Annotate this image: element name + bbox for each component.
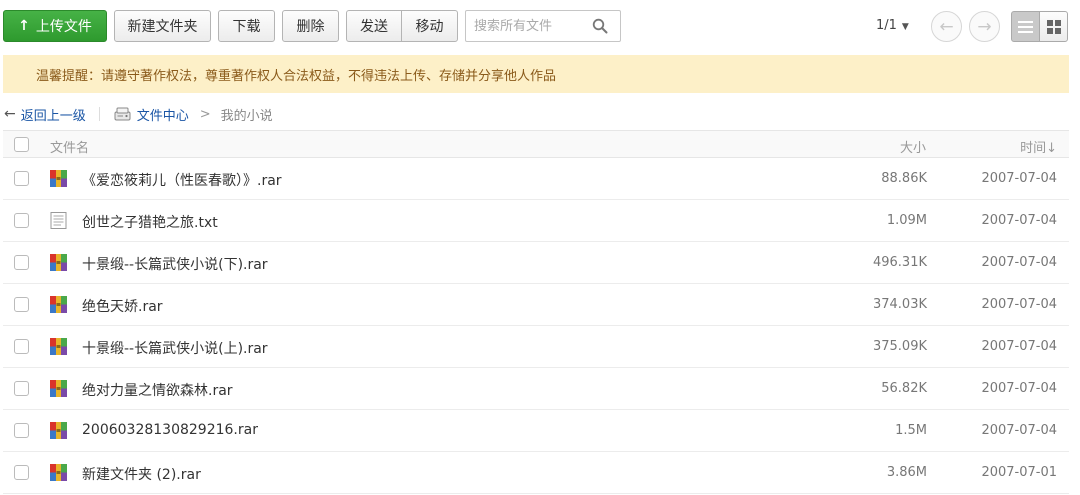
upload-button-label: 上传文件 [35,19,92,35]
table-header: 文件名 大小 时间↓ [3,130,1069,158]
next-page-button[interactable]: → [969,11,1000,42]
upload-button[interactable]: ↑ 上传文件 [3,10,107,42]
row-checkbox[interactable] [14,465,29,480]
table-row[interactable]: 创世之子猎艳之旅.txt 1.09M 2007-07-04 [3,200,1069,242]
page-indicator: 1/1 [876,18,897,33]
divider [98,107,100,121]
list-icon [1018,20,1033,23]
file-name[interactable]: 绝对力量之情欲森林.rar [82,380,233,400]
hard-drive-icon [114,107,131,121]
table-row[interactable]: 十景缎--长篇武侠小说(上).rar 375.09K 2007-07-04 [3,326,1069,368]
move-button[interactable]: 移动 [401,10,458,42]
row-checkbox[interactable] [14,255,29,270]
file-time: 2007-07-04 [981,255,1057,270]
grid-icon-cell [1055,28,1061,34]
list-icon-line [1018,25,1033,28]
rar-icon [50,170,67,187]
grid-icon [1047,20,1053,26]
column-header-time[interactable]: 时间↓ [1020,137,1057,156]
row-checkbox[interactable] [14,423,29,438]
search-icon[interactable] [592,18,608,34]
download-button[interactable]: 下载 [218,10,275,42]
file-size: 88.86K [881,171,927,186]
breadcrumb-root[interactable]: 文件中心 [137,105,189,124]
view-toggle [1011,11,1068,42]
table-row[interactable]: 新建文件夹 (2).rar 3.86M 2007-07-01 [3,452,1069,494]
file-size: 375.09K [872,339,927,354]
prev-page-button[interactable]: ← [931,11,962,42]
file-table: 文件名 大小 时间↓ 《爱恋筱莉儿（性医春歌）》.rar 88.86K 2007-0… [3,130,1069,494]
select-all-checkbox[interactable] [14,137,29,152]
file-time: 2007-07-01 [981,465,1057,480]
row-checkbox[interactable] [14,297,29,312]
page-selector[interactable]: 1/1 ▼ [876,18,909,33]
caret-down-icon: ▼ [901,22,909,32]
rar-icon [50,464,67,481]
row-checkbox[interactable] [14,171,29,186]
list-view-button[interactable] [1011,11,1040,42]
grid-view-button[interactable] [1039,11,1068,42]
search-box [465,10,621,42]
file-name[interactable]: 20060328130829216.rar [82,422,258,438]
notice-text: 温馨提醒：请遵守著作权法，尊重著作权人合法权益，不得违法上传、存储并分享他人作品 [36,68,557,84]
arrow-right-icon: → [977,16,992,37]
row-checkbox[interactable] [14,381,29,396]
toolbar: ↑ 上传文件 新建文件夹 下载 删除 发送 移动 1/1 ▼ ← → [0,0,1080,52]
file-time: 2007-07-04 [981,297,1057,312]
delete-button[interactable]: 删除 [282,10,339,42]
file-time: 2007-07-04 [981,213,1057,228]
table-row[interactable]: 十景缎--长篇武侠小说(下).rar 496.31K 2007-07-04 [3,242,1069,284]
table-row[interactable]: 20060328130829216.rar 1.5M 2007-07-04 [3,410,1069,452]
arrow-left-icon: ← [939,16,954,37]
list-icon-line [1018,30,1033,33]
file-time: 2007-07-04 [981,339,1057,354]
rar-icon [50,254,67,271]
file-size: 1.5M [895,423,927,438]
file-size: 3.86M [886,465,927,480]
file-name[interactable]: 十景缎--长篇武侠小说(下).rar [82,254,268,274]
column-header-name[interactable]: 文件名 [50,137,89,156]
file-time: 2007-07-04 [981,423,1057,438]
table-row[interactable]: 绝色天娇.rar 374.03K 2007-07-04 [3,284,1069,326]
back-arrow-icon[interactable]: ← [4,106,16,122]
file-name[interactable]: 绝色天娇.rar [82,296,163,316]
copyright-notice: 温馨提醒：请遵守著作权法，尊重著作权人合法权益，不得违法上传、存储并分享他人作品 [3,55,1069,93]
file-size: 496.31K [872,255,927,270]
row-checkbox[interactable] [14,213,29,228]
rar-icon [50,338,67,355]
column-header-size[interactable]: 大小 [900,137,926,156]
search-input[interactable] [474,17,592,35]
table-row[interactable]: 《爱恋筱莉儿（性医春歌）》.rar 88.86K 2007-07-04 [3,158,1069,200]
txt-icon [50,212,67,229]
table-row[interactable]: 绝对力量之情欲森林.rar 56.82K 2007-07-04 [3,368,1069,410]
rar-icon [50,296,67,313]
file-size: 1.09M [886,213,927,228]
grid-icon-cell [1047,28,1053,34]
file-time: 2007-07-04 [981,381,1057,396]
breadcrumb-current: 我的小说 [220,108,273,124]
rar-icon [50,422,67,439]
upload-arrow-icon: ↑ [18,18,30,34]
file-name[interactable]: 《爱恋筱莉儿（性医春歌）》.rar [82,170,282,190]
new-folder-button[interactable]: 新建文件夹 [114,10,211,42]
file-size: 374.03K [872,297,927,312]
file-name[interactable]: 创世之子猎艳之旅.txt [82,212,218,232]
breadcrumb: ← 返回上一级 文件中心 > 我的小说 [4,104,273,124]
row-checkbox[interactable] [14,339,29,354]
back-link[interactable]: 返回上一级 [21,105,86,124]
grid-icon-cell [1055,20,1061,26]
table-body: 《爱恋筱莉儿（性医春歌）》.rar 88.86K 2007-07-04 创世之子猎艳之… [3,158,1069,494]
send-button[interactable]: 发送 [346,10,402,42]
rar-icon [50,380,67,397]
file-time: 2007-07-04 [981,171,1057,186]
file-name[interactable]: 十景缎--长篇武侠小说(上).rar [82,338,268,358]
file-name[interactable]: 新建文件夹 (2).rar [82,464,201,484]
breadcrumb-separator: > [199,106,211,122]
file-size: 56.82K [881,381,927,396]
